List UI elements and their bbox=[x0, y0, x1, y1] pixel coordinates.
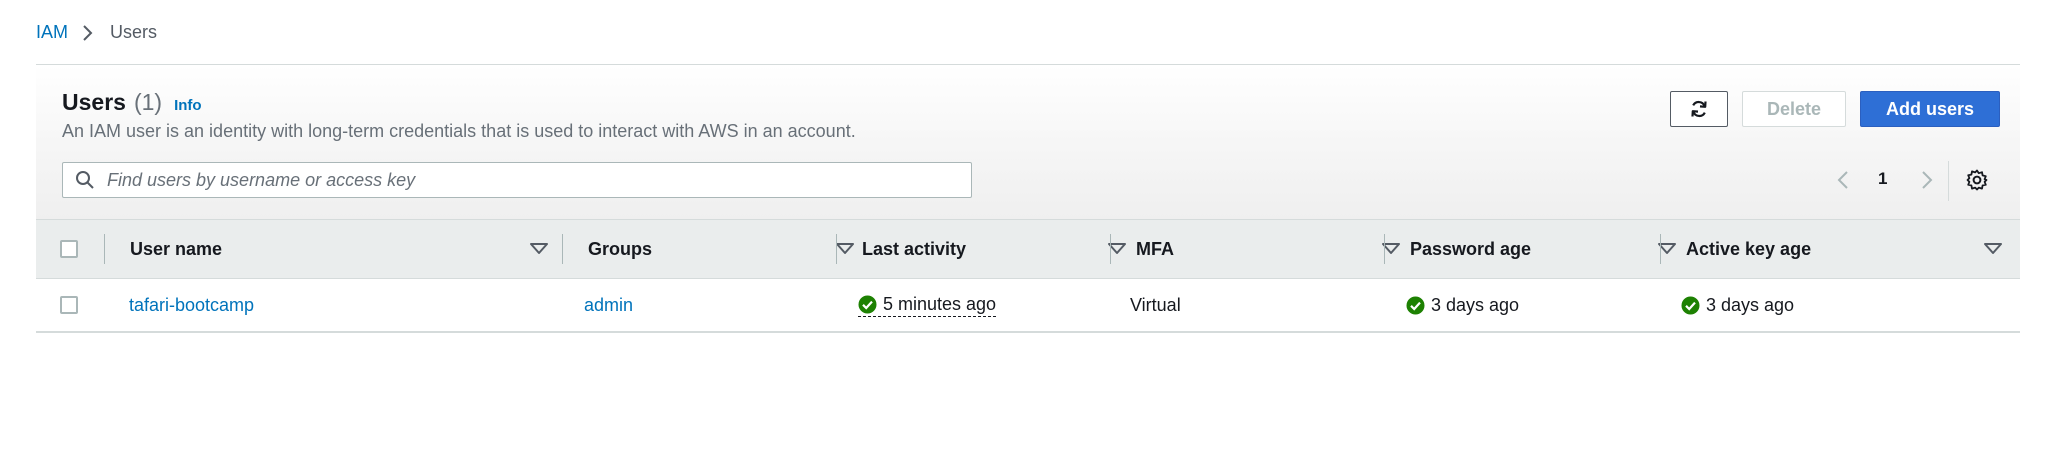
next-page-icon[interactable] bbox=[1920, 170, 1934, 195]
column-header-password-age[interactable]: Password age bbox=[1410, 220, 1680, 278]
column-label: MFA bbox=[1136, 238, 1174, 259]
column-label: Active key age bbox=[1686, 238, 1812, 259]
pagination-divider bbox=[1948, 161, 1949, 201]
info-link[interactable]: Info bbox=[174, 97, 202, 114]
groups-cell: admin bbox=[584, 279, 633, 331]
search-field[interactable] bbox=[62, 162, 972, 198]
password-age-cell: 3 days ago bbox=[1406, 279, 1519, 331]
previous-page-icon[interactable] bbox=[1836, 170, 1850, 195]
last-activity-value[interactable]: 5 minutes ago bbox=[858, 293, 997, 317]
page-title: Users bbox=[62, 89, 126, 115]
column-divider bbox=[1384, 234, 1385, 264]
table-header: User name Groups Last activity MFA Passw… bbox=[36, 219, 2020, 279]
user-name-link[interactable]: tafari-bootcamp bbox=[129, 295, 254, 316]
column-divider bbox=[836, 234, 837, 264]
select-all-cell bbox=[60, 220, 78, 278]
column-label: Groups bbox=[588, 238, 653, 259]
caret-down-icon[interactable] bbox=[836, 242, 854, 260]
last-activity-cell: 5 minutes ago bbox=[858, 279, 997, 331]
column-divider bbox=[562, 234, 563, 264]
column-divider bbox=[104, 234, 105, 264]
panel-description: An IAM user is an identity with long-ter… bbox=[62, 121, 856, 141]
chevron-right-icon bbox=[82, 24, 94, 42]
refresh-icon bbox=[1689, 99, 1709, 119]
breadcrumb-current: Users bbox=[110, 22, 158, 42]
breadcrumb-iam-link[interactable]: IAM bbox=[36, 22, 68, 43]
column-divider bbox=[1660, 234, 1661, 264]
table-row: tafari-bootcamp admin 5 minutes ago Virt… bbox=[36, 279, 2020, 331]
group-link[interactable]: admin bbox=[584, 295, 633, 316]
password-age-value: 3 days ago bbox=[1431, 294, 1520, 315]
title-row: Users (1) Info bbox=[62, 89, 202, 116]
row-checkbox[interactable] bbox=[60, 296, 78, 314]
success-icon bbox=[1681, 296, 1700, 315]
user-count: (1) bbox=[133, 89, 163, 115]
column-header-groups[interactable]: Groups bbox=[588, 220, 856, 278]
column-header-mfa[interactable]: MFA bbox=[1136, 220, 1406, 278]
mfa-value: Virtual bbox=[1130, 294, 1181, 315]
last-activity-text: 5 minutes ago bbox=[883, 293, 997, 314]
select-all-checkbox[interactable] bbox=[60, 240, 78, 258]
refresh-button[interactable] bbox=[1670, 91, 1728, 127]
breadcrumb: IAM Users bbox=[36, 22, 157, 43]
active-key-age-value: 3 days ago bbox=[1706, 294, 1795, 315]
gear-icon[interactable] bbox=[1966, 169, 1988, 196]
success-icon bbox=[1406, 296, 1425, 315]
search-icon bbox=[75, 170, 95, 190]
user-name-cell: tafari-bootcamp bbox=[129, 279, 254, 331]
panel-header: Users (1) Info An IAM user is an identit… bbox=[36, 65, 2020, 219]
column-label: Last activity bbox=[862, 238, 967, 259]
active-key-age-cell: 3 days ago bbox=[1681, 279, 1794, 331]
column-header-active-key-age[interactable]: Active key age bbox=[1686, 220, 2016, 278]
caret-down-icon[interactable] bbox=[1984, 242, 2002, 260]
column-divider bbox=[1110, 234, 1111, 264]
caret-down-icon[interactable] bbox=[530, 242, 548, 260]
delete-button[interactable]: Delete bbox=[1742, 91, 1846, 127]
add-users-button[interactable]: Add users bbox=[1860, 91, 2000, 127]
success-icon bbox=[858, 295, 877, 314]
row-select-cell bbox=[60, 279, 78, 331]
users-panel: Users (1) Info An IAM user is an identit… bbox=[36, 64, 2020, 333]
column-header-last-activity[interactable]: Last activity bbox=[862, 220, 1130, 278]
mfa-cell: Virtual bbox=[1130, 279, 1181, 331]
search-input[interactable] bbox=[105, 168, 949, 192]
column-label: User name bbox=[130, 238, 223, 259]
column-header-user-name[interactable]: User name bbox=[130, 220, 576, 278]
column-label: Password age bbox=[1410, 238, 1532, 259]
page-number[interactable]: 1 bbox=[1878, 169, 1887, 189]
